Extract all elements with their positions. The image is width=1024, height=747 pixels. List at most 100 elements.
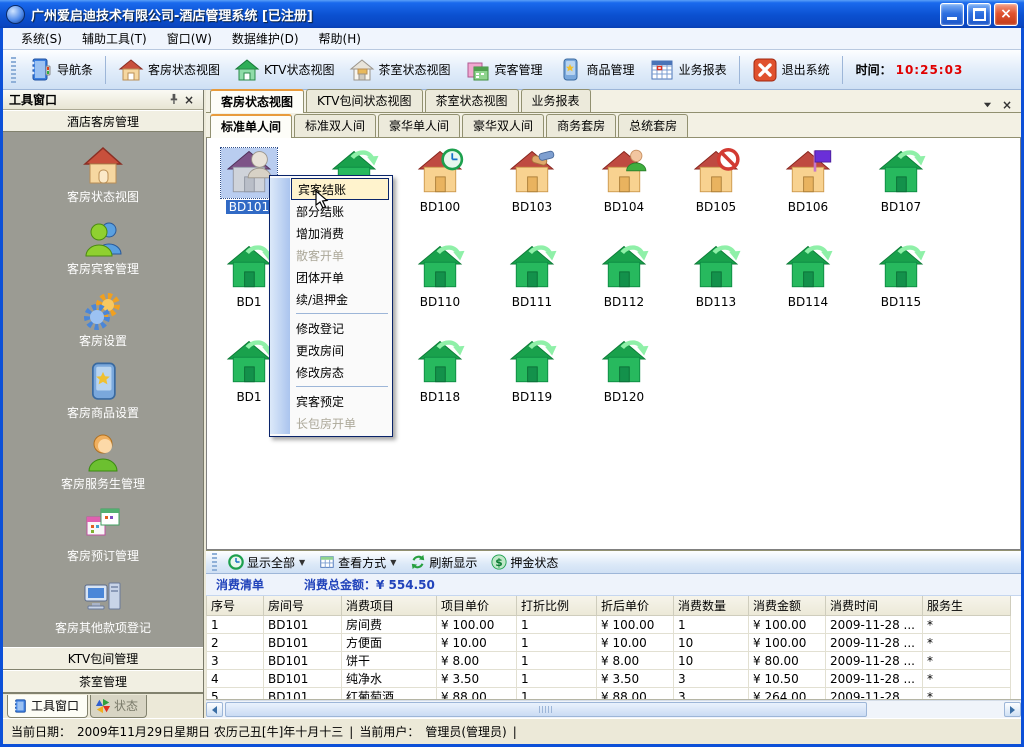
actionbar-button-刷新显示[interactable]: 刷新显示 — [403, 553, 484, 572]
tab-客房状态视图[interactable]: 客房状态视图 — [210, 89, 304, 113]
menu-帮助(H)[interactable]: 帮助(H) — [309, 28, 371, 49]
toolbar-button-客房状态视图[interactable]: 客房状态视图 — [111, 54, 227, 86]
tab-业务报表[interactable]: 业务报表 — [521, 89, 591, 112]
sidebar-group-hotel-rooms[interactable]: 酒店客房管理 — [3, 110, 203, 132]
menu-item-宾客预定[interactable]: 宾客预定 — [290, 390, 390, 412]
toolbar-button-茶室状态视图[interactable]: 茶室状态视图 — [342, 54, 458, 86]
column-header-消费金额[interactable]: 消费金额 — [749, 596, 826, 616]
column-header-服务生[interactable]: 服务生 — [923, 596, 1011, 616]
tool-window-close-icon[interactable]: × — [181, 93, 197, 107]
roomtab-商务套房[interactable]: 商务套房 — [546, 114, 616, 137]
room-BD112[interactable]: BD112 — [591, 243, 657, 309]
horizontal-scrollbar[interactable] — [206, 700, 1021, 718]
room-BD100[interactable]: BD100 — [407, 148, 473, 214]
close-button[interactable]: × — [994, 3, 1018, 26]
menu-item-增加消费[interactable]: 增加消费 — [290, 222, 390, 244]
table-row[interactable]: 2BD101方便面¥ 10.001¥ 10.0010¥ 100.002009-1… — [207, 634, 1011, 652]
toolbar-button-KTV状态视图[interactable]: KTV状态视图 — [227, 54, 341, 86]
menu-辅助工具(T)[interactable]: 辅助工具(T) — [72, 28, 157, 49]
column-header-折后单价[interactable]: 折后单价 — [597, 596, 674, 616]
room-BD120[interactable]: BD120 — [591, 338, 657, 404]
toolbar-button-商品管理[interactable]: 商品管理 — [550, 54, 642, 86]
room-BD111[interactable]: BD111 — [499, 243, 565, 309]
room-BD119[interactable]: BD119 — [499, 338, 565, 404]
toolbar-grip[interactable] — [11, 57, 16, 83]
roomtab-豪华单人间[interactable]: 豪华单人间 — [378, 114, 460, 137]
actionbar-button-查看方式[interactable]: 查看方式▼ — [312, 553, 403, 572]
room-BD103[interactable]: BD103 — [499, 148, 565, 214]
menu-item-更改房间[interactable]: 更改房间 — [290, 339, 390, 361]
table-row[interactable]: 3BD101饼干¥ 8.001¥ 8.0010¥ 80.002009-11-28… — [207, 652, 1011, 670]
menu-item-修改房态[interactable]: 修改房态 — [290, 361, 390, 383]
column-header-序号[interactable]: 序号 — [207, 596, 264, 616]
room-BD114[interactable]: BD114 — [775, 243, 841, 309]
menu-item-续/退押金[interactable]: 续/退押金 — [290, 288, 390, 310]
room-label: BD101 — [226, 200, 272, 214]
toolbar-button-退出系统[interactable]: 退出系统 — [745, 54, 837, 86]
room-BD115[interactable]: BD115 — [868, 243, 934, 309]
room-BD104[interactable]: BD104 — [591, 148, 657, 214]
action-bar-grip[interactable] — [212, 553, 217, 571]
sidebar-item-客房预订管理[interactable]: 客房预订管理 — [18, 503, 188, 575]
table-cell: 2009-11-28 ... — [826, 652, 923, 670]
scrollbar-thumb[interactable] — [225, 702, 867, 717]
maximize-button[interactable] — [967, 3, 991, 26]
sidebar-item-客房其他款项登记[interactable]: 客房其他款项登记 — [18, 575, 188, 647]
toolbar-button-宾客管理[interactable]: 宾客管理 — [458, 54, 550, 86]
menu-item-部分结账[interactable]: 部分结账 — [290, 200, 390, 222]
sidebar-item-客房商品设置[interactable]: 客房商品设置 — [18, 360, 188, 432]
sidebar-group-KTV包间管理[interactable]: KTV包间管理 — [3, 647, 203, 670]
sidebar-group-茶室管理[interactable]: 茶室管理 — [3, 670, 203, 693]
pin-icon[interactable] — [165, 93, 181, 107]
menu-系统(S)[interactable]: 系统(S) — [11, 28, 72, 49]
column-header-消费数量[interactable]: 消费数量 — [674, 596, 749, 616]
table-row[interactable]: 1BD101房间费¥ 100.001¥ 100.001¥ 100.002009-… — [207, 616, 1011, 634]
menu-item-宾客结账[interactable]: 宾客结账 — [291, 178, 389, 200]
scroll-right-icon[interactable] — [1004, 702, 1021, 717]
sidebar-item-客房服务生管理[interactable]: 客房服务生管理 — [18, 431, 188, 503]
toolbar-button-业务报表[interactable]: 业务报表 — [642, 54, 734, 86]
room-house-vacant-icon — [504, 338, 560, 388]
room-BD110[interactable]: BD110 — [407, 243, 473, 309]
roomtab-总统套房[interactable]: 总统套房 — [618, 114, 688, 137]
room-BD113[interactable]: BD113 — [683, 243, 749, 309]
column-header-消费时间[interactable]: 消费时间 — [826, 596, 923, 616]
scroll-left-icon[interactable] — [206, 702, 223, 717]
sidebar-item-客房宾客管理[interactable]: 客房宾客管理 — [18, 216, 188, 288]
table-row[interactable]: 4BD101纯净水¥ 3.501¥ 3.503¥ 10.502009-11-28… — [207, 670, 1011, 688]
actionbar-button-显示全部[interactable]: 显示全部▼ — [221, 553, 312, 572]
tab-dropdown-icon[interactable] — [978, 98, 997, 112]
sidebar-item-客房设置[interactable]: 客房设置 — [18, 288, 188, 360]
app-window: 广州爱启迪技术有限公司-酒店管理系统 [已注册] × 系统(S)辅助工具(T)窗… — [0, 0, 1024, 747]
roomtab-豪华双人间[interactable]: 豪华双人间 — [462, 114, 544, 137]
window-title: 广州爱启迪技术有限公司-酒店管理系统 [已注册] — [31, 5, 937, 24]
room-BD118[interactable]: BD118 — [407, 338, 473, 404]
column-header-打折比例[interactable]: 打折比例 — [517, 596, 597, 616]
column-header-项目单价[interactable]: 项目单价 — [437, 596, 517, 616]
room-BD105[interactable]: BD105 — [683, 148, 749, 214]
tab-close-icon[interactable]: × — [997, 98, 1017, 112]
table-row[interactable]: 5BD101红葡萄酒¥ 88.001¥ 88.003¥ 264.002009-1… — [207, 688, 1011, 701]
tab-茶室状态视图[interactable]: 茶室状态视图 — [425, 89, 519, 112]
toolbar-button-label: 业务报表 — [679, 61, 727, 78]
room-BD107[interactable]: BD107 — [868, 148, 934, 214]
menu-item-团体开单[interactable]: 团体开单 — [290, 266, 390, 288]
actionbar-button-押金状态[interactable]: $押金状态 — [484, 553, 565, 572]
sidebar-tab-状态[interactable]: 状态 — [90, 695, 147, 718]
menu-窗口(W)[interactable]: 窗口(W) — [157, 28, 222, 49]
minimize-button[interactable] — [940, 3, 964, 26]
date-label: 当前日期： — [11, 723, 71, 740]
sidebar-item-客房状态视图[interactable]: 客房状态视图 — [18, 144, 188, 216]
menu-数据维护(D)[interactable]: 数据维护(D) — [222, 28, 309, 49]
column-header-消费项目[interactable]: 消费项目 — [342, 596, 437, 616]
statusbar-sep2: | — [513, 725, 517, 739]
menu-item-修改登记[interactable]: 修改登记 — [290, 317, 390, 339]
room-BD106[interactable]: BD106 — [775, 148, 841, 214]
sidebar-tab-工具窗口[interactable]: 工具窗口 — [7, 695, 88, 718]
column-header-房间号[interactable]: 房间号 — [264, 596, 342, 616]
tab-KTV包间状态视图[interactable]: KTV包间状态视图 — [306, 89, 422, 112]
roomtab-标准单人间[interactable]: 标准单人间 — [210, 114, 292, 138]
roomtab-标准双人间[interactable]: 标准双人间 — [294, 114, 376, 137]
actionbar-button-label: 显示全部 — [247, 554, 295, 571]
toolbar-button-导航条[interactable]: 导航条 — [20, 54, 100, 86]
